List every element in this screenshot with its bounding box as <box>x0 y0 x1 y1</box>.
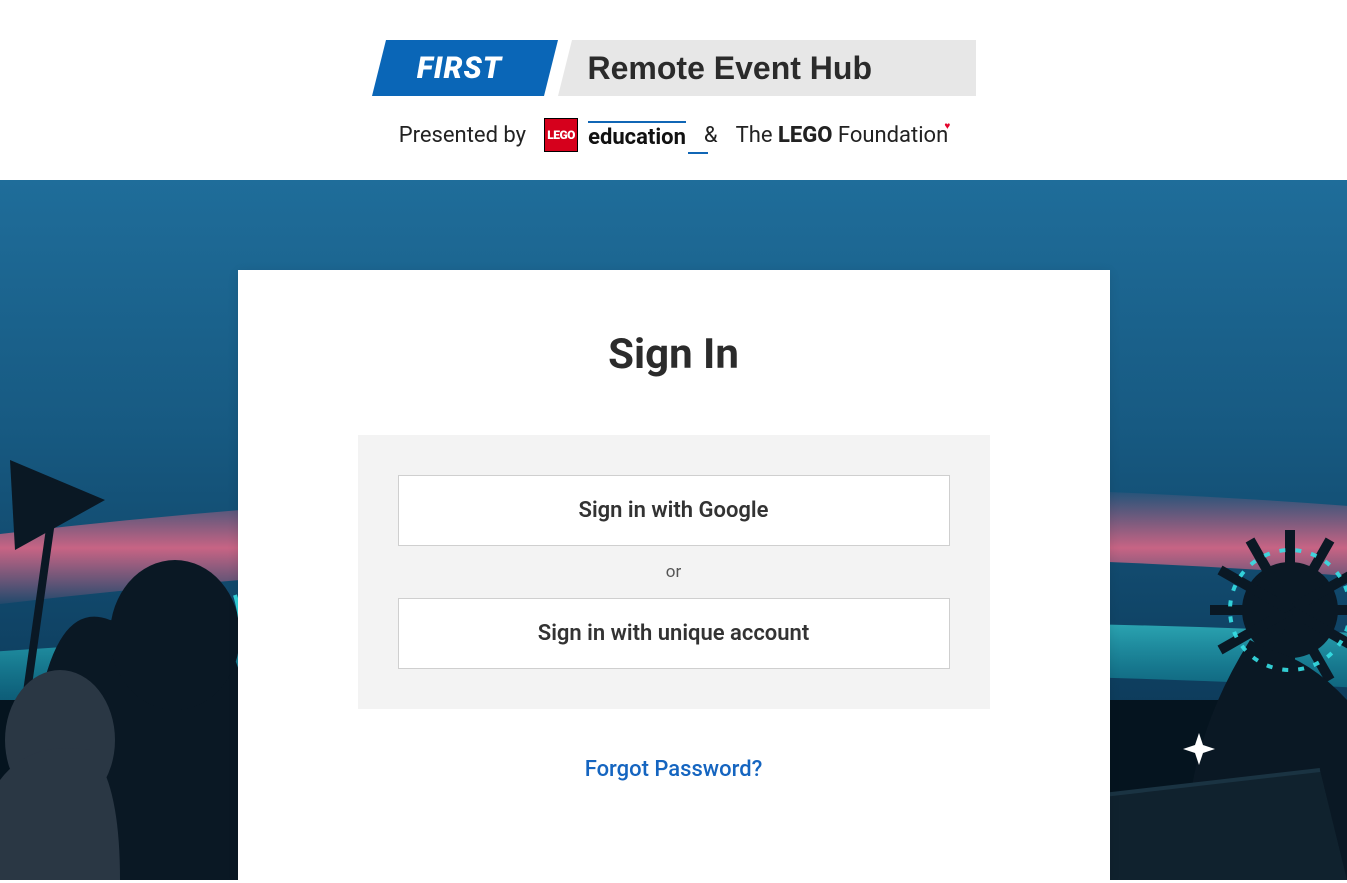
sponsor2-prefix: The <box>736 123 778 148</box>
signin-with-unique-account-button[interactable]: Sign in with unique account <box>398 598 950 669</box>
product-name-banner: Remote Event Hub <box>558 40 976 96</box>
presented-by-label: Presented by <box>399 123 526 148</box>
signin-with-google-button[interactable]: Sign in with Google <box>398 475 950 546</box>
sponsor-education-text: education <box>588 121 686 150</box>
sponsor2-suffix: Foundation <box>832 123 948 148</box>
signin-card: Sign In Sign in with Google or Sign in w… <box>238 270 1110 880</box>
first-logo: FIRST <box>372 40 558 96</box>
signin-methods-panel: Sign in with Google or Sign in with uniq… <box>358 435 990 709</box>
lego-logo-icon: LEGO <box>544 118 578 152</box>
page-header: FIRST Remote Event Hub Presented by LEGO… <box>0 0 1347 180</box>
sponsor-lego-foundation: The LEGO Foundation <box>736 123 949 148</box>
signin-heading: Sign In <box>358 330 990 379</box>
presented-by-row: Presented by LEGO education & The LEGO F… <box>399 118 949 152</box>
brand-banner: FIRST Remote Event Hub <box>372 40 976 96</box>
forgot-password-link[interactable]: Forgot Password? <box>358 757 990 782</box>
sponsor2-bold: LEGO <box>778 123 832 148</box>
product-name-text: Remote Event Hub <box>558 50 872 87</box>
sponsor-lego-education: LEGO education <box>544 118 686 152</box>
first-logo-text: FIRST <box>417 51 512 86</box>
signin-or-label: or <box>666 562 681 582</box>
sponsor-separator: & <box>704 123 718 148</box>
hero-section: Sign In Sign in with Google or Sign in w… <box>0 180 1347 880</box>
